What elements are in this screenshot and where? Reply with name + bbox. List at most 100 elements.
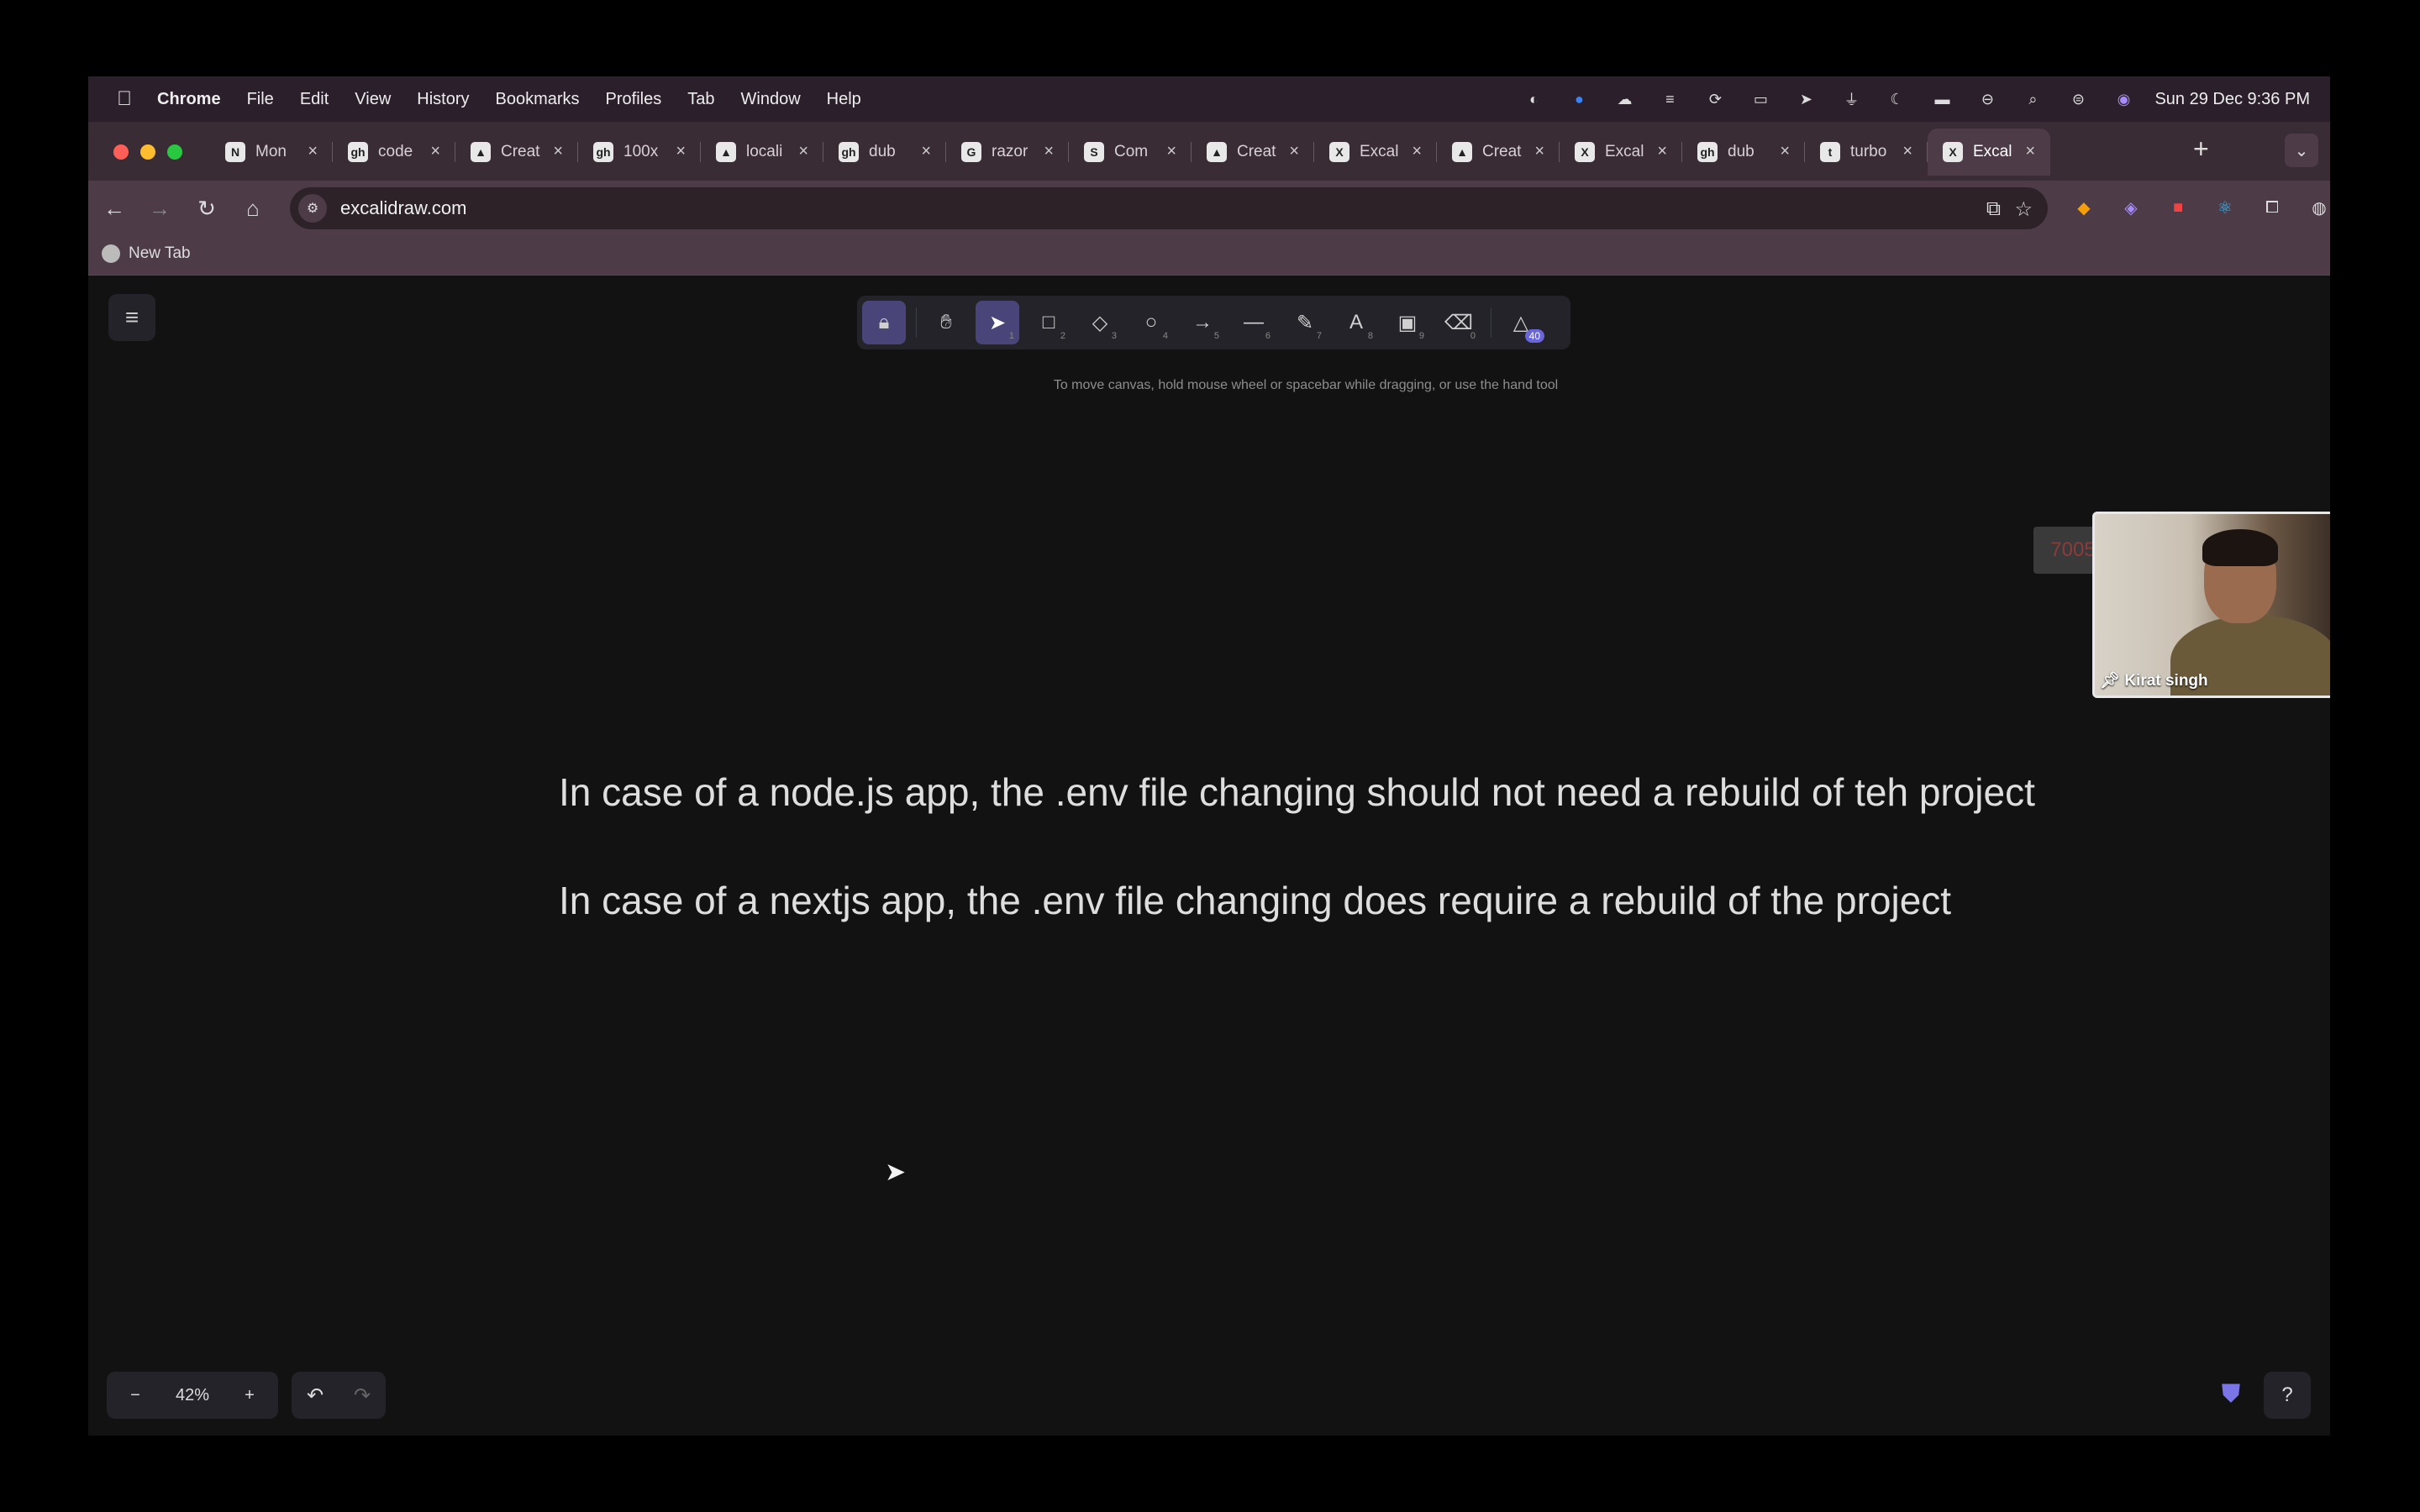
- moon-icon[interactable]: ☾: [1886, 90, 1907, 108]
- tab-close-icon[interactable]: ×: [921, 142, 931, 161]
- extensions-puzzle-icon[interactable]: ⧠: [2258, 193, 2286, 222]
- browser-tab[interactable]: gh dub ×: [1682, 129, 1805, 176]
- menu-clock[interactable]: Sun 29 Dec 9:36 PM: [2154, 90, 2310, 109]
- tab-close-icon[interactable]: ×: [1412, 142, 1422, 161]
- menu-profiles[interactable]: Profiles: [606, 90, 662, 109]
- help-button[interactable]: ?: [2264, 1372, 2311, 1419]
- site-info-icon[interactable]: ⚙: [298, 194, 327, 223]
- tab-close-icon[interactable]: ×: [1902, 142, 1912, 161]
- eraser-tool-button[interactable]: ⌫ 0: [1437, 301, 1481, 344]
- menu-bookmarks[interactable]: Bookmarks: [496, 90, 580, 109]
- menu-tab[interactable]: Tab: [687, 90, 714, 109]
- new-tab-button[interactable]: +: [2193, 134, 2209, 165]
- screen-share-icon[interactable]: ◐: [1523, 90, 1544, 108]
- tab-close-icon[interactable]: ×: [2025, 142, 2035, 161]
- address-url[interactable]: excalidraw.com: [340, 197, 466, 219]
- address-bar[interactable]: ⚙ excalidraw.com ⧉ ☆: [290, 187, 2048, 229]
- browser-tab[interactable]: N Mon ×: [210, 129, 333, 176]
- extension-icon[interactable]: ◈: [2117, 193, 2145, 222]
- minimize-window-button[interactable]: [140, 144, 155, 160]
- diamond-tool-button[interactable]: ◇ 3: [1078, 301, 1122, 344]
- forward-icon[interactable]: →: [145, 196, 174, 222]
- bookmark-new-tab[interactable]: New Tab: [102, 244, 191, 263]
- tab-close-icon[interactable]: ×: [430, 142, 440, 161]
- redo-icon[interactable]: ↷: [339, 1383, 386, 1408]
- extension-icon[interactable]: ■: [2164, 193, 2192, 222]
- window-icon[interactable]: ▭: [1749, 90, 1771, 108]
- browser-tab[interactable]: X Excal ×: [1928, 129, 2050, 176]
- home-icon[interactable]: ⌂: [239, 196, 267, 222]
- profile-avatar-icon[interactable]: ◍: [2305, 193, 2330, 222]
- undo-icon[interactable]: ↶: [292, 1383, 339, 1408]
- sync-icon[interactable]: ⟳: [1704, 90, 1726, 108]
- send-icon[interactable]: ➤: [1795, 90, 1817, 108]
- tab-close-icon[interactable]: ×: [1166, 142, 1176, 161]
- canvas-text-node[interactable]: In case of a node.js app, the .env file …: [559, 769, 2035, 815]
- siri-icon[interactable]: ◉: [2112, 90, 2134, 108]
- arrow-tool-button[interactable]: → 5: [1181, 301, 1224, 344]
- lock-tool-button[interactable]: 🔒︎: [862, 301, 906, 344]
- tab-search-button[interactable]: ⌄: [2285, 134, 2318, 167]
- tab-close-icon[interactable]: ×: [676, 142, 686, 161]
- menu-app-name[interactable]: Chrome: [157, 90, 221, 109]
- browser-tab[interactable]: ▲ Creat ×: [455, 129, 578, 176]
- menu-window[interactable]: Window: [741, 90, 801, 109]
- react-devtools-icon[interactable]: ⚛: [2211, 193, 2239, 222]
- excalidraw-canvas[interactable]: ≡ 🔒︎ ✋︎ ➤ 1 □ 2 ◇ 3 ○ 4 → 5 —6 ✎ 7 A8 ▣ 9 ⌫ 0 △ 4…: [88, 276, 2330, 1436]
- tab-close-icon[interactable]: ×: [1289, 142, 1299, 161]
- zoom-icon[interactable]: ●: [1568, 90, 1590, 108]
- metamask-extension-icon[interactable]: ◆: [2070, 193, 2098, 222]
- ellipse-tool-button[interactable]: ○ 4: [1129, 301, 1173, 344]
- library-button[interactable]: △ 40: [1499, 301, 1544, 344]
- hamburger-menu-button[interactable]: ≡: [108, 294, 155, 341]
- menu-history[interactable]: History: [417, 90, 469, 109]
- selection-tool-button[interactable]: ➤ 1: [976, 301, 1019, 344]
- tab-close-icon[interactable]: ×: [553, 142, 563, 161]
- zoom-level[interactable]: 42%: [164, 1386, 221, 1405]
- menu-help[interactable]: Help: [827, 90, 861, 109]
- bookmark-star-icon[interactable]: ☆: [2014, 197, 2033, 222]
- tab-close-icon[interactable]: ×: [1657, 142, 1667, 161]
- maximize-window-button[interactable]: [167, 144, 182, 160]
- line-tool-button[interactable]: —6: [1232, 301, 1276, 344]
- draw-tool-button[interactable]: ✎ 7: [1283, 301, 1327, 344]
- hand-tool-button[interactable]: ✋︎: [924, 301, 968, 344]
- back-icon[interactable]: ←: [100, 196, 129, 222]
- plug-icon[interactable]: ⏚: [1840, 90, 1862, 108]
- search-icon[interactable]: ⌕: [2022, 90, 2044, 108]
- cast-icon[interactable]: ⧉: [1986, 197, 2001, 221]
- browser-tab[interactable]: ▲ Creat ×: [1437, 129, 1560, 176]
- browser-tab[interactable]: ▲ Creat ×: [1192, 129, 1314, 176]
- browser-tab[interactable]: ▲ locali ×: [701, 129, 823, 176]
- menu-file[interactable]: File: [247, 90, 274, 109]
- browser-tab[interactable]: X Excal ×: [1560, 129, 1682, 176]
- control-center-icon[interactable]: ⊜: [2067, 90, 2089, 108]
- zoom-out-button[interactable]: −: [107, 1386, 164, 1405]
- shield-check-icon[interactable]: ⛊: [2214, 1378, 2248, 1411]
- menu-list-icon[interactable]: ≡: [1659, 90, 1681, 108]
- text-tool-button[interactable]: A8: [1334, 301, 1378, 344]
- zoom-in-button[interactable]: +: [221, 1386, 278, 1405]
- menu-edit[interactable]: Edit: [300, 90, 329, 109]
- tab-close-icon[interactable]: ×: [1780, 142, 1790, 161]
- browser-tab[interactable]: gh 100x ×: [578, 129, 701, 176]
- tab-close-icon[interactable]: ×: [1044, 142, 1054, 161]
- browser-tab[interactable]: gh dub ×: [823, 129, 946, 176]
- tab-close-icon[interactable]: ×: [308, 142, 318, 161]
- apple-icon[interactable]: : [113, 87, 135, 111]
- image-tool-button[interactable]: ▣ 9: [1386, 301, 1429, 344]
- tab-close-icon[interactable]: ×: [798, 142, 808, 161]
- link-icon[interactable]: ⊖: [1976, 90, 1998, 108]
- rectangle-tool-button[interactable]: □ 2: [1027, 301, 1071, 344]
- tab-close-icon[interactable]: ×: [1534, 142, 1544, 161]
- browser-tab[interactable]: S Com ×: [1069, 129, 1192, 176]
- reload-icon[interactable]: ↻: [192, 196, 221, 222]
- browser-tab[interactable]: Grazor ×: [946, 129, 1069, 176]
- browser-tab[interactable]: X Excal ×: [1314, 129, 1437, 176]
- cloud-icon[interactable]: ☁: [1613, 90, 1635, 108]
- browser-tab[interactable]: gh code ×: [333, 129, 455, 176]
- menu-view[interactable]: View: [355, 90, 391, 109]
- close-window-button[interactable]: [113, 144, 129, 160]
- canvas-text-nextjs[interactable]: In case of a nextjs app, the .env file c…: [559, 878, 1951, 923]
- browser-tab[interactable]: t turbo ×: [1805, 129, 1928, 176]
